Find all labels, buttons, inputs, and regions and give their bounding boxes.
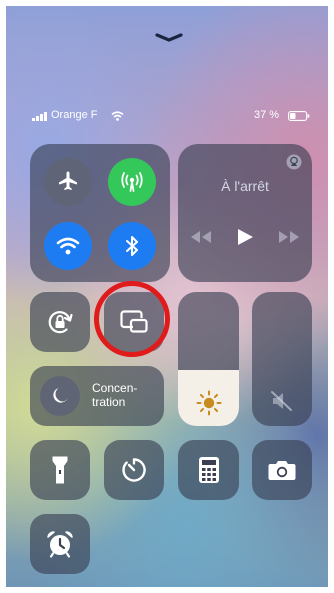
next-icon <box>278 230 300 244</box>
bluetooth-icon <box>124 234 140 258</box>
alarm-button[interactable] <box>30 514 90 574</box>
focus-label: Concen- tration <box>92 381 138 409</box>
next-track-button[interactable] <box>278 230 300 244</box>
airplay-icon[interactable] <box>286 154 302 170</box>
cellular-icon <box>119 170 145 194</box>
wifi-status-icon <box>111 111 124 121</box>
wifi-button[interactable] <box>44 222 92 270</box>
calculator-button[interactable] <box>178 440 239 500</box>
control-center: Orange F 37 % À l'arrêt Concen- tration <box>6 6 328 587</box>
battery-percentage: 37 % <box>254 109 280 121</box>
signal-icon <box>32 112 48 121</box>
camera-button[interactable] <box>252 440 312 500</box>
volume-slider[interactable] <box>252 292 312 426</box>
camera-icon <box>267 458 297 482</box>
orientation-lock-button[interactable] <box>30 292 90 352</box>
speaker-muted-icon <box>270 390 294 412</box>
moon-icon <box>50 386 70 406</box>
cellular-data-button[interactable] <box>108 158 156 206</box>
orientation-lock-icon <box>45 307 75 337</box>
timer-button[interactable] <box>104 440 164 500</box>
airplane-icon <box>56 170 80 194</box>
flashlight-icon <box>51 455 69 485</box>
wifi-icon <box>56 236 80 256</box>
chevron-down-icon[interactable] <box>154 32 184 44</box>
highlight-annotation-circle <box>94 281 170 357</box>
battery-icon <box>288 111 310 121</box>
timer-icon <box>120 456 148 484</box>
carrier-name: Orange F <box>51 109 98 121</box>
focus-mode-button[interactable]: Concen- tration <box>30 366 164 426</box>
media-player-module: À l'arrêt <box>178 144 312 282</box>
calculator-icon <box>198 456 220 484</box>
play-icon <box>236 228 254 246</box>
brightness-slider[interactable] <box>178 292 239 426</box>
sun-icon <box>196 390 222 416</box>
previous-track-button[interactable] <box>190 230 212 244</box>
play-button[interactable] <box>236 228 254 246</box>
airplane-mode-button[interactable] <box>44 158 92 206</box>
alarm-icon <box>45 529 75 559</box>
connectivity-module <box>30 144 170 282</box>
flashlight-button[interactable] <box>30 440 90 500</box>
previous-icon <box>190 230 212 244</box>
focus-icon-container <box>40 376 80 416</box>
media-status: À l'arrêt <box>221 178 269 194</box>
status-bar: Orange F 37 % <box>6 108 328 124</box>
bluetooth-button[interactable] <box>108 222 156 270</box>
